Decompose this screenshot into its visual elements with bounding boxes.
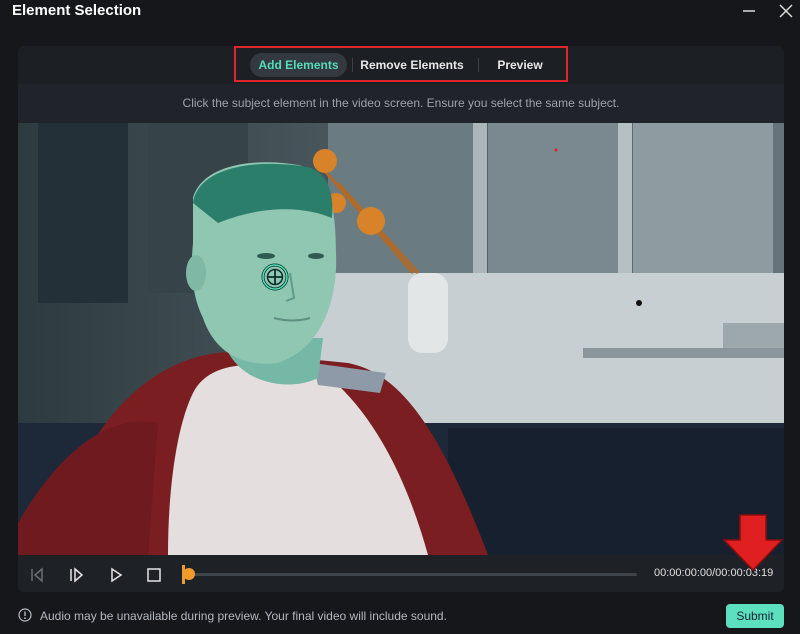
next-frame-icon[interactable] bbox=[66, 565, 86, 585]
prev-frame-icon[interactable] bbox=[27, 565, 47, 585]
timeline-track[interactable] bbox=[186, 573, 637, 576]
tab-divider bbox=[478, 58, 479, 72]
tab-add-elements[interactable]: Add Elements bbox=[250, 53, 347, 77]
window-title: Element Selection bbox=[12, 2, 142, 19]
video-frame[interactable] bbox=[18, 123, 784, 555]
stop-icon[interactable] bbox=[144, 565, 164, 585]
submit-button[interactable]: Submit bbox=[726, 604, 784, 628]
play-icon[interactable] bbox=[106, 565, 126, 585]
preview-audio-note: Audio may be unavailable during preview.… bbox=[40, 609, 447, 623]
title-bar: Element Selection bbox=[0, 0, 800, 26]
tab-remove-elements[interactable]: Remove Elements bbox=[357, 53, 467, 77]
instruction-text: Click the subject element in the video s… bbox=[182, 96, 620, 110]
video-preview[interactable] bbox=[18, 123, 784, 555]
info-icon bbox=[18, 608, 32, 622]
playhead-handle[interactable] bbox=[183, 568, 195, 580]
down-arrow-icon bbox=[722, 514, 784, 572]
tab-preview[interactable]: Preview bbox=[488, 53, 552, 77]
tab-divider bbox=[352, 58, 353, 72]
minimize-icon[interactable] bbox=[740, 2, 758, 20]
close-icon[interactable] bbox=[777, 2, 795, 20]
